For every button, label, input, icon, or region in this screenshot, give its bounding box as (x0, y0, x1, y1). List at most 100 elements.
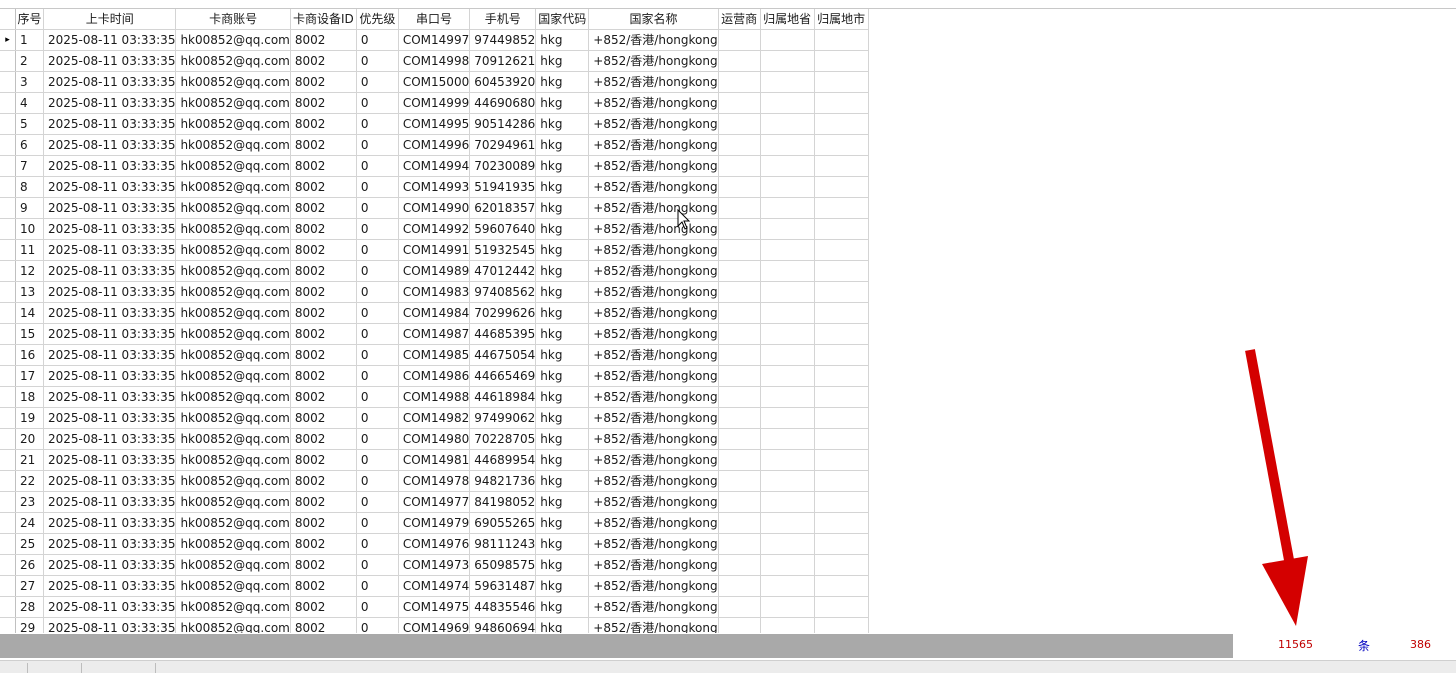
cell-device-id[interactable]: 8002 (290, 470, 357, 492)
cell-country-code[interactable]: hkg (535, 323, 590, 345)
cell-account[interactable]: hk00852@qq.com (175, 323, 291, 345)
cell-time[interactable]: 2025-08-11 03:33:35 (43, 197, 177, 219)
cell-port[interactable]: COM14986 (398, 365, 471, 387)
row-header[interactable] (0, 302, 16, 324)
cell-priority[interactable]: 0 (356, 113, 399, 135)
cell-priority[interactable]: 0 (356, 134, 399, 156)
row-header[interactable] (0, 386, 16, 408)
cell-account[interactable]: hk00852@qq.com (175, 176, 291, 198)
cell-province[interactable] (760, 554, 815, 576)
cell-port[interactable]: COM14996 (398, 134, 471, 156)
cell-country-code[interactable]: hkg (535, 470, 590, 492)
cell-city[interactable] (814, 323, 869, 345)
cell-seq[interactable]: 29 (15, 617, 44, 633)
cell-province[interactable] (760, 617, 815, 633)
cell-seq[interactable]: 28 (15, 596, 44, 618)
table-row[interactable]: 15 2025-08-11 03:33:35 hk00852@qq.com 8002 0… (0, 323, 869, 345)
cell-province[interactable] (760, 281, 815, 303)
cell-port[interactable]: COM14995 (398, 113, 471, 135)
cell-phone[interactable]: 47012442 (469, 260, 537, 282)
cell-account[interactable]: hk00852@qq.com (175, 260, 291, 282)
cell-phone[interactable]: 65098575 (469, 554, 537, 576)
cell-port[interactable]: COM14980 (398, 428, 471, 450)
cell-phone[interactable]: 60453920 (469, 71, 537, 93)
cell-city[interactable] (814, 449, 869, 471)
cell-phone[interactable]: 59631487 (469, 575, 537, 597)
cell-operator[interactable] (718, 617, 761, 633)
cell-country-name[interactable]: +852/香港/hongkong (588, 134, 719, 156)
table-row[interactable]: 16 2025-08-11 03:33:35 hk00852@qq.com 8002 0… (0, 344, 869, 366)
table-row[interactable]: 22 2025-08-11 03:33:35 hk00852@qq.com 8002 0… (0, 470, 869, 492)
cell-device-id[interactable]: 8002 (290, 71, 357, 93)
cell-port[interactable]: COM14992 (398, 218, 471, 240)
cell-time[interactable]: 2025-08-11 03:33:35 (43, 470, 177, 492)
cell-phone[interactable]: 44618984 (469, 386, 537, 408)
cell-operator[interactable] (718, 218, 761, 240)
cell-phone[interactable]: 94860694 (469, 617, 537, 633)
table-row[interactable]: 23 2025-08-11 03:33:35 hk00852@qq.com 8002 0… (0, 491, 869, 513)
cell-priority[interactable]: 0 (356, 155, 399, 177)
cell-account[interactable]: hk00852@qq.com (175, 386, 291, 408)
cell-device-id[interactable]: 8002 (290, 29, 357, 51)
cell-account[interactable]: hk00852@qq.com (175, 218, 291, 240)
cell-account[interactable]: hk00852@qq.com (175, 596, 291, 618)
cell-phone[interactable]: 94821736 (469, 470, 537, 492)
current-row-indicator[interactable]: ▸ (0, 29, 16, 51)
cell-province[interactable] (760, 407, 815, 429)
cell-country-name[interactable]: +852/香港/hongkong (588, 302, 719, 324)
cell-port[interactable]: COM14987 (398, 323, 471, 345)
column-header-phone[interactable]: 手机号 (469, 9, 537, 30)
row-header[interactable] (0, 113, 16, 135)
cell-country-code[interactable]: hkg (535, 50, 590, 72)
cell-priority[interactable]: 0 (356, 491, 399, 513)
cell-device-id[interactable]: 8002 (290, 449, 357, 471)
cell-province[interactable] (760, 302, 815, 324)
cell-device-id[interactable]: 8002 (290, 491, 357, 513)
column-header-city[interactable]: 归属地市 (814, 9, 869, 30)
cell-province[interactable] (760, 449, 815, 471)
cell-device-id[interactable]: 8002 (290, 155, 357, 177)
cell-time[interactable]: 2025-08-11 03:33:35 (43, 323, 177, 345)
cell-account[interactable]: hk00852@qq.com (175, 29, 291, 51)
table-row[interactable]: 12 2025-08-11 03:33:35 hk00852@qq.com 8002 0… (0, 260, 869, 282)
cell-operator[interactable] (718, 29, 761, 51)
cell-port[interactable]: COM14994 (398, 155, 471, 177)
cell-priority[interactable]: 0 (356, 470, 399, 492)
cell-province[interactable] (760, 470, 815, 492)
cell-device-id[interactable]: 8002 (290, 323, 357, 345)
cell-account[interactable]: hk00852@qq.com (175, 302, 291, 324)
cell-port[interactable]: COM14989 (398, 260, 471, 282)
table-row[interactable]: 5 2025-08-11 03:33:35 hk00852@qq.com 8002 0 C… (0, 113, 869, 135)
cell-country-code[interactable]: hkg (535, 281, 590, 303)
cell-country-name[interactable]: +852/香港/hongkong (588, 92, 719, 114)
cell-phone[interactable]: 98111243 (469, 533, 537, 555)
cell-operator[interactable] (718, 197, 761, 219)
cell-country-name[interactable]: +852/香港/hongkong (588, 29, 719, 51)
cell-port[interactable]: COM14974 (398, 575, 471, 597)
cell-country-code[interactable]: hkg (535, 197, 590, 219)
column-header-seq[interactable]: 序号 (15, 9, 44, 30)
cell-country-name[interactable]: +852/香港/hongkong (588, 386, 719, 408)
table-row[interactable]: 3 2025-08-11 03:33:35 hk00852@qq.com 8002 0 C… (0, 71, 869, 93)
cell-country-name[interactable]: +852/香港/hongkong (588, 155, 719, 177)
row-header[interactable] (0, 134, 16, 156)
cell-province[interactable] (760, 323, 815, 345)
cell-country-name[interactable]: +852/香港/hongkong (588, 575, 719, 597)
cell-device-id[interactable]: 8002 (290, 617, 357, 633)
cell-device-id[interactable]: 8002 (290, 113, 357, 135)
cell-operator[interactable] (718, 323, 761, 345)
cell-device-id[interactable]: 8002 (290, 428, 357, 450)
cell-time[interactable]: 2025-08-11 03:33:35 (43, 281, 177, 303)
cell-country-code[interactable]: hkg (535, 365, 590, 387)
cell-seq[interactable]: 3 (15, 71, 44, 93)
cell-country-name[interactable]: +852/香港/hongkong (588, 71, 719, 93)
cell-device-id[interactable]: 8002 (290, 344, 357, 366)
cell-priority[interactable]: 0 (356, 50, 399, 72)
row-header[interactable] (0, 596, 16, 618)
cell-operator[interactable] (718, 554, 761, 576)
cell-country-name[interactable]: +852/香港/hongkong (588, 50, 719, 72)
cell-phone[interactable]: 44689954 (469, 449, 537, 471)
cell-city[interactable] (814, 470, 869, 492)
cell-time[interactable]: 2025-08-11 03:33:35 (43, 344, 177, 366)
cell-priority[interactable]: 0 (356, 176, 399, 198)
